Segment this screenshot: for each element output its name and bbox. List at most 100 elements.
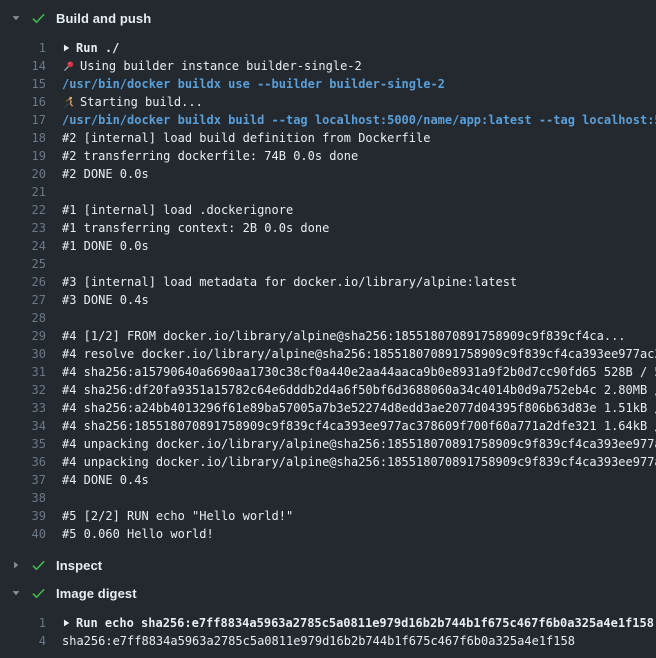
workflow-log-viewer: Build and push1Run ./14Using builder ins… bbox=[0, 0, 656, 658]
log-line-content: #4 sha256:a15790640a6690aa1730c38cf0a440… bbox=[62, 363, 656, 381]
line-number[interactable]: 26 bbox=[0, 273, 46, 291]
log-line-content: /usr/bin/docker buildx build --tag local… bbox=[62, 111, 656, 129]
log-line-text: #1 transferring context: 2B 0.0s done bbox=[62, 219, 329, 237]
log-line-text: #4 unpacking docker.io/library/alpine@sh… bbox=[62, 453, 656, 471]
log-line-text: Run ./ bbox=[76, 39, 119, 57]
log-line-text: Run echo sha256:e7ff8834a5963a2785c5a081… bbox=[76, 614, 654, 632]
log-line-content: #1 DONE 0.0s bbox=[62, 237, 149, 255]
line-number[interactable]: 31 bbox=[0, 363, 46, 381]
log-line: 17/usr/bin/docker buildx build --tag loc… bbox=[0, 111, 656, 129]
log-line: 19 #2 transferring dockerfile: 74B 0.0s d… bbox=[0, 147, 656, 165]
log-line-content: #4 DONE 0.4s bbox=[62, 471, 149, 489]
line-number[interactable]: 22 bbox=[0, 201, 46, 219]
log-line-content: /usr/bin/docker buildx use --builder bui… bbox=[62, 75, 445, 93]
log-line-text: #5 0.060 Hello world! bbox=[62, 525, 214, 543]
log-lines-image-digest: 1 Run echo sha256:e7ff8834a5963a2785c5a08… bbox=[0, 614, 656, 650]
log-line-content: Run ./ bbox=[62, 39, 119, 57]
line-number[interactable]: 40 bbox=[0, 525, 46, 543]
log-line-content: #2 DONE 0.0s bbox=[62, 165, 149, 183]
log-line-text: sha256:e7ff8834a5963a2785c5a0811e979d16b… bbox=[62, 632, 575, 650]
log-line: 36 #4 unpacking docker.io/library/alpine@… bbox=[0, 453, 656, 471]
line-number[interactable]: 27 bbox=[0, 291, 46, 309]
log-line-text: #4 unpacking docker.io/library/alpine@sh… bbox=[62, 435, 656, 453]
caret-right-icon bbox=[8, 560, 24, 570]
log-line: 27#3 DONE 0.4s bbox=[0, 291, 656, 309]
log-line-text: #2 [internal] load build definition from… bbox=[62, 129, 430, 147]
line-number[interactable]: 36 bbox=[0, 453, 46, 471]
log-line: 21 bbox=[0, 183, 656, 201]
log-line: 30 #4 resolve docker.io/library/alpine@sh… bbox=[0, 345, 656, 363]
play-icon[interactable] bbox=[62, 618, 71, 628]
line-number[interactable]: 29 bbox=[0, 327, 46, 345]
line-number[interactable]: 18 bbox=[0, 129, 46, 147]
line-number[interactable]: 28 bbox=[0, 309, 46, 327]
line-number[interactable]: 32 bbox=[0, 381, 46, 399]
log-line-text: #4 [1/2] FROM docker.io/library/alpine@s… bbox=[62, 327, 626, 345]
line-number[interactable]: 39 bbox=[0, 507, 46, 525]
log-line-content: #4 sha256:df20fa9351a15782c64e6dddb2d4a6… bbox=[62, 381, 656, 399]
log-line: 29 #4 [1/2] FROM docker.io/library/alpine… bbox=[0, 327, 656, 345]
line-number[interactable]: 15 bbox=[0, 75, 46, 93]
line-number[interactable]: 19 bbox=[0, 147, 46, 165]
line-number[interactable]: 30 bbox=[0, 345, 46, 363]
log-line-text: #2 DONE 0.0s bbox=[62, 165, 149, 183]
log-group-header-image-digest[interactable]: Image digest bbox=[0, 579, 656, 607]
log-line-content: #1 [internal] load .dockerignore bbox=[62, 201, 293, 219]
line-number[interactable]: 4 bbox=[0, 632, 46, 650]
line-number[interactable]: 25 bbox=[0, 255, 46, 273]
line-number[interactable]: 17 bbox=[0, 111, 46, 129]
log-line: 28 bbox=[0, 309, 656, 327]
log-line-content: #4 sha256:185518070891758909c9f839cf4ca3… bbox=[62, 417, 656, 435]
log-line: 39 #5 [2/2] RUN echo "Hello world!" bbox=[0, 507, 656, 525]
line-number[interactable]: 33 bbox=[0, 399, 46, 417]
log-groups: Build and push1Run ./14Using builder ins… bbox=[0, 4, 656, 650]
log-line-content: #2 [internal] load build definition from… bbox=[62, 129, 430, 147]
line-number[interactable]: 38 bbox=[0, 489, 46, 507]
log-line-text: #4 sha256:185518070891758909c9f839cf4ca3… bbox=[62, 417, 656, 435]
log-line-content: #1 transferring context: 2B 0.0s done bbox=[62, 219, 329, 237]
line-number[interactable]: 23 bbox=[0, 219, 46, 237]
log-line-content: #5 [2/2] RUN echo "Hello world!" bbox=[62, 507, 293, 525]
log-line-content: #4 [1/2] FROM docker.io/library/alpine@s… bbox=[62, 327, 626, 345]
log-line-text: /usr/bin/docker buildx use --builder bui… bbox=[62, 75, 445, 93]
log-line: 32 #4 sha256:df20fa9351a15782c64e6dddb2d4… bbox=[0, 381, 656, 399]
line-number[interactable]: 34 bbox=[0, 417, 46, 435]
log-line: 31 #4 sha256:a15790640a6690aa1730c38cf0a4… bbox=[0, 363, 656, 381]
log-line-content: Run echo sha256:e7ff8834a5963a2785c5a081… bbox=[62, 614, 654, 632]
log-line-content: #4 resolve docker.io/library/alpine@sha2… bbox=[62, 345, 656, 363]
runner-icon bbox=[62, 96, 75, 109]
line-number[interactable]: 24 bbox=[0, 237, 46, 255]
log-line-content: #2 transferring dockerfile: 74B 0.0s don… bbox=[62, 147, 358, 165]
log-line-text: #5 [2/2] RUN echo "Hello world!" bbox=[62, 507, 293, 525]
log-line-content: Starting build... bbox=[62, 93, 203, 111]
line-number[interactable]: 35 bbox=[0, 435, 46, 453]
line-number[interactable]: 14 bbox=[0, 57, 46, 75]
log-line-content: #4 unpacking docker.io/library/alpine@sh… bbox=[62, 435, 656, 453]
log-line: 37 #4 DONE 0.4s bbox=[0, 471, 656, 489]
line-number[interactable]: 1 bbox=[0, 614, 46, 632]
play-icon[interactable] bbox=[62, 43, 71, 53]
caret-down-icon bbox=[8, 588, 24, 598]
log-line-text: #1 DONE 0.0s bbox=[62, 237, 149, 255]
log-line-text: Using builder instance builder-single-2 bbox=[80, 57, 362, 75]
log-line: 34 #4 sha256:185518070891758909c9f839cf4c… bbox=[0, 417, 656, 435]
line-number[interactable]: 1 bbox=[0, 39, 46, 57]
log-line-content: Using builder instance builder-single-2 bbox=[62, 57, 362, 75]
pushpin-icon bbox=[62, 60, 75, 73]
line-number[interactable]: 20 bbox=[0, 165, 46, 183]
log-group-header-build-and-push[interactable]: Build and push bbox=[0, 4, 656, 32]
log-line-content: #3 [internal] load metadata for docker.i… bbox=[62, 273, 517, 291]
line-number[interactable]: 21 bbox=[0, 183, 46, 201]
log-line: 26 #3 [internal] load metadata for docker… bbox=[0, 273, 656, 291]
line-number[interactable]: 16 bbox=[0, 93, 46, 111]
log-group-header-inspect[interactable]: Inspect bbox=[0, 551, 656, 579]
log-line-content: #4 unpacking docker.io/library/alpine@sh… bbox=[62, 453, 656, 471]
group-title: Build and push bbox=[56, 11, 151, 26]
log-line-text: #4 sha256:a24bb4013296f61e89ba57005a7b3e… bbox=[62, 399, 656, 417]
log-line: 14 Using builder instance builder-single-… bbox=[0, 57, 656, 75]
log-line: 18 #2 [internal] load build definition fr… bbox=[0, 129, 656, 147]
log-line-text: #1 [internal] load .dockerignore bbox=[62, 201, 293, 219]
line-number[interactable]: 37 bbox=[0, 471, 46, 489]
log-line-text: #4 sha256:a15790640a6690aa1730c38cf0a440… bbox=[62, 363, 656, 381]
log-line: 16 Starting build... bbox=[0, 93, 656, 111]
